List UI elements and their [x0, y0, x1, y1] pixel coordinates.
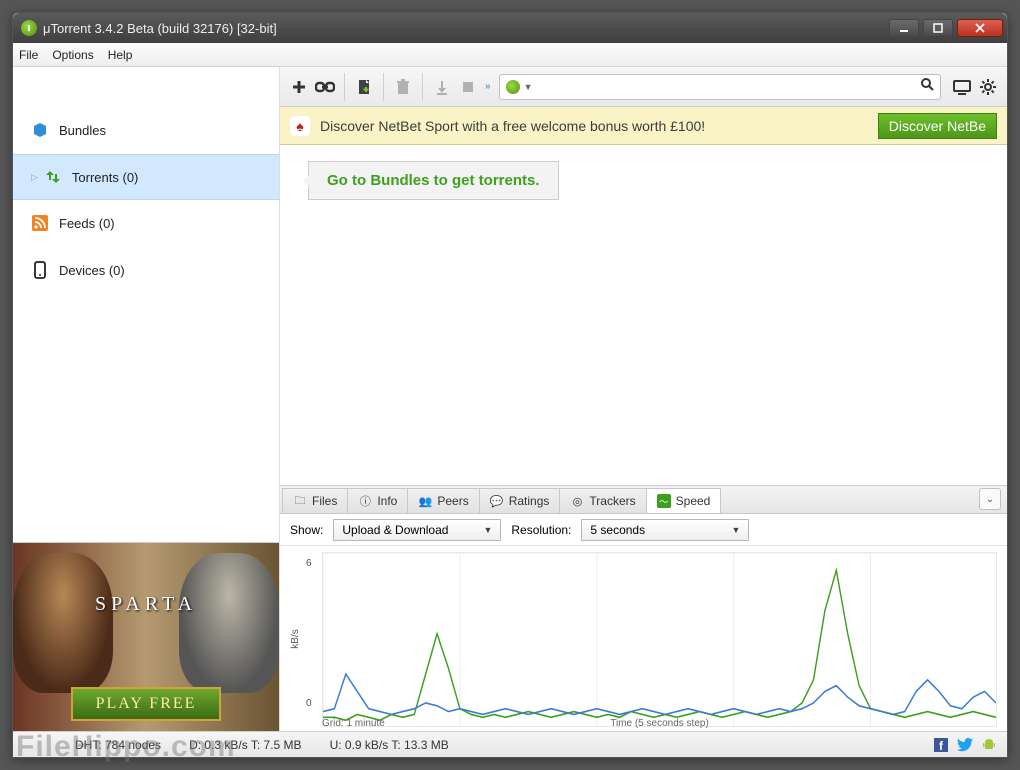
ad-title: SPARTA: [95, 593, 197, 616]
y-axis-label: kB/s: [290, 629, 301, 648]
maximize-button[interactable]: [923, 19, 953, 37]
sidebar-item-torrents[interactable]: ▷ Torrents (0): [13, 154, 279, 200]
rss-icon: [31, 214, 49, 232]
details-tabs: 🗀Files ⓘInfo 👥Peers 💬Ratings ◎Trackers 〜…: [280, 486, 1007, 514]
y-tick-6: 6: [306, 558, 312, 569]
chat-icon: 💬: [490, 494, 504, 508]
chevron-down-icon: ▼: [483, 525, 492, 535]
sidebar-devices-label: Devices (0): [59, 263, 125, 278]
sidebar-bundles-label: Bundles: [59, 123, 106, 138]
tab-peers[interactable]: 👥Peers: [407, 488, 479, 513]
sidebar: Bundles ▷ Torrents (0) Feeds (0) Devices…: [13, 107, 280, 731]
promo-text: Discover NetBet Sport with a free welcom…: [320, 118, 868, 134]
window-title: μTorrent 3.4.2 Beta (build 32176) [32-bi…: [43, 21, 889, 36]
menu-help[interactable]: Help: [108, 48, 133, 62]
android-icon[interactable]: [981, 737, 997, 753]
main-panel: ♠ Discover NetBet Sport with a free welc…: [280, 107, 1007, 731]
sidebar-torrents-label: Torrents (0): [72, 170, 138, 185]
show-label: Show:: [290, 523, 323, 537]
search-box[interactable]: ▼: [499, 74, 941, 100]
folder-icon: 🗀: [293, 494, 307, 508]
toolbar: » ▼: [280, 67, 1007, 107]
info-icon: ⓘ: [358, 494, 372, 508]
transfer-icon: [44, 168, 62, 186]
search-icon[interactable]: [920, 77, 934, 96]
twitter-icon[interactable]: [957, 737, 973, 753]
ad-cta-button[interactable]: PLAY FREE: [71, 687, 221, 721]
menu-file[interactable]: File: [19, 48, 38, 62]
menu-options[interactable]: Options: [52, 48, 93, 62]
speed-controls: Show: Upload & Download▼ Resolution: 5 s…: [280, 514, 1007, 546]
sidebar-item-devices[interactable]: Devices (0): [13, 247, 279, 294]
tab-info[interactable]: ⓘInfo: [347, 488, 408, 513]
grid-label: Grid: 1 minute: [322, 718, 385, 729]
spade-icon: ♠: [290, 116, 310, 136]
promo-button[interactable]: Discover NetBe: [878, 113, 997, 139]
app-window: μTorrent 3.4.2 Beta (build 32176) [32-bi…: [12, 12, 1008, 758]
chevron-down-icon: ▼: [731, 525, 740, 535]
time-label: Time (5 seconds step): [610, 718, 709, 729]
add-torrent-button[interactable]: [286, 74, 312, 100]
create-torrent-button[interactable]: [351, 74, 377, 100]
tab-trackers[interactable]: ◎Trackers: [559, 488, 646, 513]
expand-icon[interactable]: ▷: [31, 172, 38, 183]
titlebar[interactable]: μTorrent 3.4.2 Beta (build 32176) [32-bi…: [13, 13, 1007, 43]
collapse-details-button[interactable]: ⌄: [979, 488, 1001, 510]
tab-ratings[interactable]: 💬Ratings: [479, 488, 561, 513]
y-tick-0: 0: [306, 698, 312, 709]
remote-button[interactable]: [949, 74, 975, 100]
statusbar: DHT: 784 nodes D: 0.3 kB/s T: 7.5 MB U: …: [13, 731, 1007, 757]
status-download: D: 0.3 kB/s T: 7.5 MB: [189, 738, 302, 752]
delete-button[interactable]: [390, 74, 416, 100]
app-icon: [21, 20, 37, 36]
sidebar-item-feeds[interactable]: Feeds (0): [13, 200, 279, 247]
preferences-button[interactable]: [975, 74, 1001, 100]
details-panel: 🗀Files ⓘInfo 👥Peers 💬Ratings ◎Trackers 〜…: [280, 485, 1007, 731]
show-select[interactable]: Upload & Download▼: [333, 519, 501, 541]
status-upload: U: 0.9 kB/s T: 13.3 MB: [330, 738, 449, 752]
go-bundles-callout[interactable]: Go to Bundles to get torrents.: [308, 161, 559, 200]
sidebar-item-bundles[interactable]: Bundles: [13, 107, 279, 154]
tab-speed[interactable]: 〜Speed: [646, 488, 722, 513]
device-icon: [31, 261, 49, 279]
chart-icon: 〜: [657, 494, 671, 508]
ad-image: SPARTA PLAY FREE: [13, 543, 279, 731]
resolution-label: Resolution:: [511, 523, 571, 537]
search-input[interactable]: [538, 80, 920, 94]
facebook-icon[interactable]: f: [933, 737, 949, 753]
speed-chart: kB/s 6 0 Grid: 1 minute Time (5 seconds …: [280, 546, 1007, 731]
close-button[interactable]: [957, 19, 1003, 37]
sidebar-header-spacer: [13, 67, 280, 107]
status-dht: DHT: 784 nodes: [75, 738, 161, 752]
peers-icon: 👥: [418, 494, 432, 508]
advertisement[interactable]: Advertisement SPARTA PLAY FREE: [13, 542, 279, 731]
target-icon: ◎: [570, 494, 584, 508]
toolbar-overflow-icon[interactable]: »: [485, 81, 491, 92]
add-url-button[interactable]: [312, 74, 338, 100]
torrent-list: Go to Bundles to get torrents.: [280, 145, 1007, 485]
chevron-down-icon[interactable]: ▼: [524, 82, 533, 92]
start-button[interactable]: [429, 74, 455, 100]
minimize-button[interactable]: [889, 19, 919, 37]
bundle-icon: [31, 121, 49, 139]
sidebar-feeds-label: Feeds (0): [59, 216, 115, 231]
promo-banner[interactable]: ♠ Discover NetBet Sport with a free welc…: [280, 107, 1007, 145]
tab-files[interactable]: 🗀Files: [282, 488, 348, 513]
resolution-select[interactable]: 5 seconds▼: [581, 519, 749, 541]
stop-button[interactable]: [455, 74, 481, 100]
search-provider-icon: [506, 80, 520, 94]
menubar: File Options Help: [13, 43, 1007, 67]
